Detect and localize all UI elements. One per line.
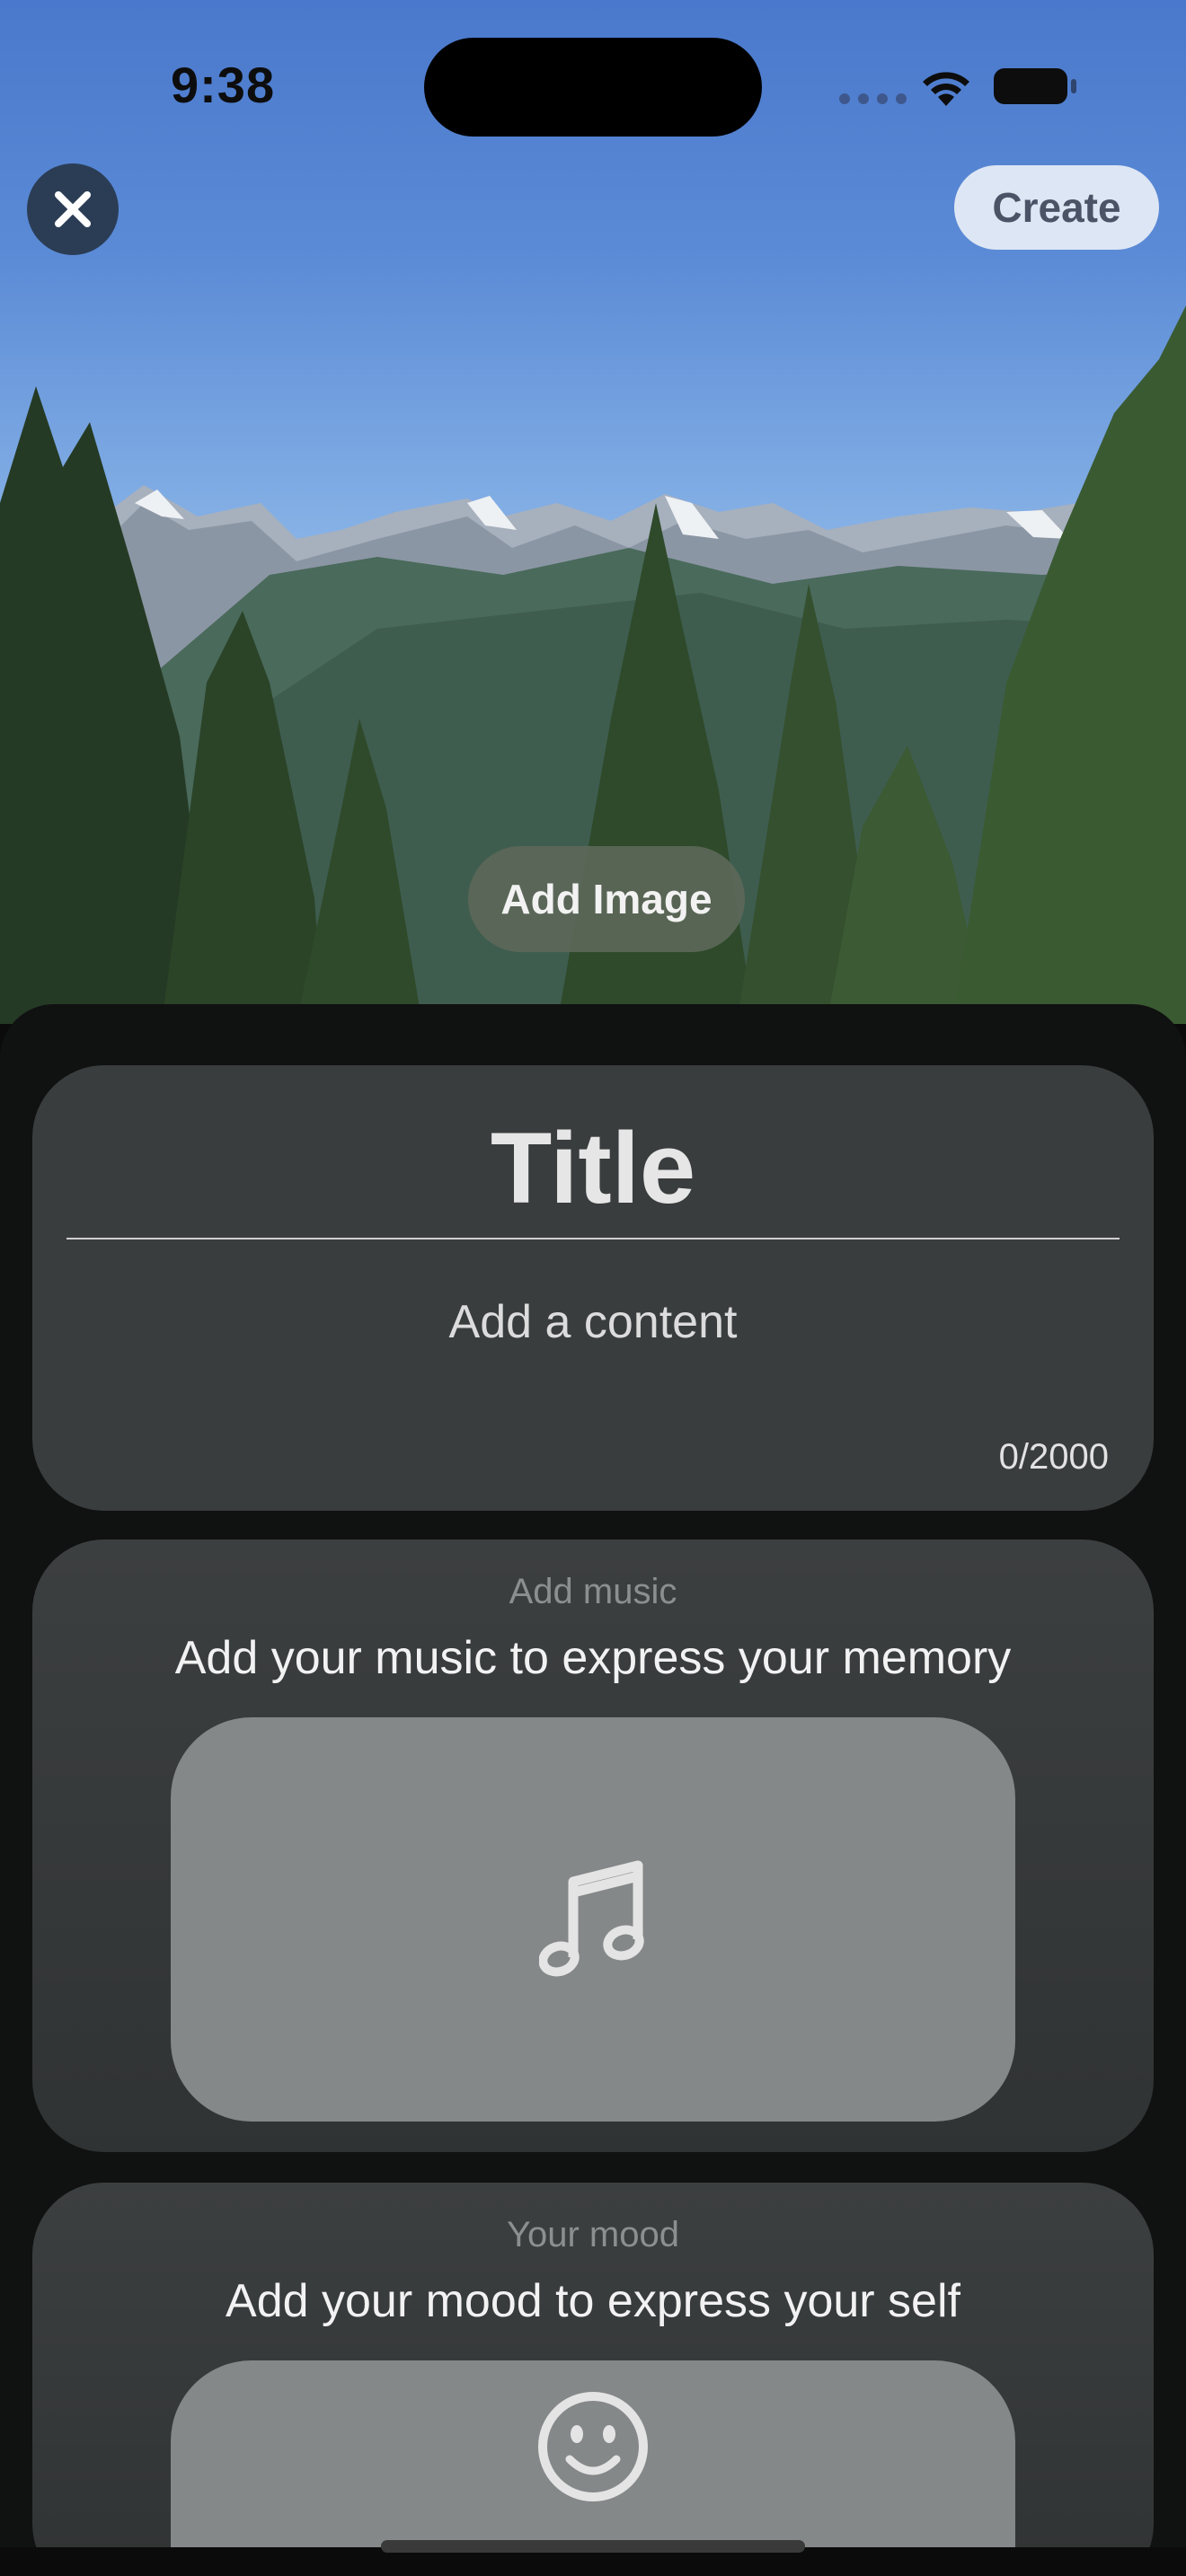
create-button[interactable]: Create [954,165,1159,250]
mood-section-label: Your mood [507,2215,679,2254]
mood-section-description: Add your mood to express your self [226,2275,960,2327]
wifi-icon [923,72,969,106]
music-section-description: Add your music to express your memory [174,1632,1012,1684]
battery-tip [1071,79,1076,93]
content-input[interactable]: Add a content [0,1295,1186,1349]
smiley-face-icon [538,2392,648,2501]
music-note-icon [539,1860,644,1977]
home-indicator[interactable] [381,2540,805,2553]
character-counter: 0/2000 [998,1437,1109,1477]
music-section-label: Add music [509,1572,677,1611]
title-divider [66,1238,1120,1239]
close-button[interactable] [27,163,119,255]
status-time: 9:38 [171,57,276,113]
title-input[interactable]: Title [0,1110,1186,1226]
close-icon [55,191,91,227]
add-image-button[interactable]: Add Image [468,846,745,952]
add-music-button[interactable] [171,1717,1015,2122]
cellular-signal-icon [839,93,907,104]
dynamic-island [424,38,762,137]
battery-icon [994,68,1067,104]
add-mood-button[interactable] [171,2360,1015,2547]
